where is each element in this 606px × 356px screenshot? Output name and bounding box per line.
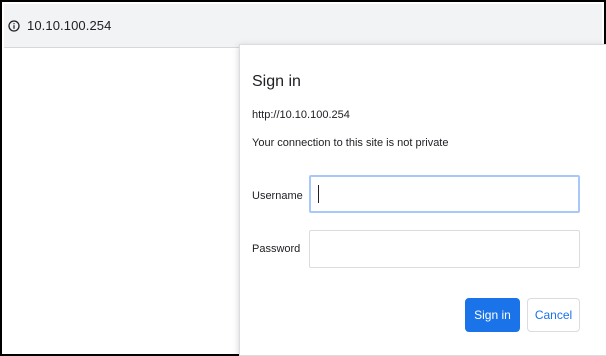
text-cursor bbox=[318, 185, 319, 203]
sign-in-button[interactable]: Sign in bbox=[465, 298, 520, 332]
password-label: Password bbox=[252, 243, 301, 255]
dialog-warning: Your connection to this site is not priv… bbox=[252, 137, 449, 149]
sign-in-dialog: Sign in http://10.10.100.254 Your connec… bbox=[239, 44, 606, 356]
cancel-button[interactable]: Cancel bbox=[527, 298, 580, 332]
browser-window: 10.10.100.254 Sign in http://10.10.100.2… bbox=[0, 0, 606, 356]
address-text[interactable]: 10.10.100.254 bbox=[27, 18, 111, 33]
password-input[interactable] bbox=[309, 230, 580, 268]
address-bar[interactable]: 10.10.100.254 bbox=[4, 4, 602, 48]
username-input[interactable] bbox=[309, 175, 580, 213]
dialog-url: http://10.10.100.254 bbox=[252, 109, 350, 121]
dialog-title: Sign in bbox=[252, 73, 301, 90]
info-circle-icon[interactable] bbox=[7, 19, 20, 32]
username-label: Username bbox=[252, 190, 303, 202]
